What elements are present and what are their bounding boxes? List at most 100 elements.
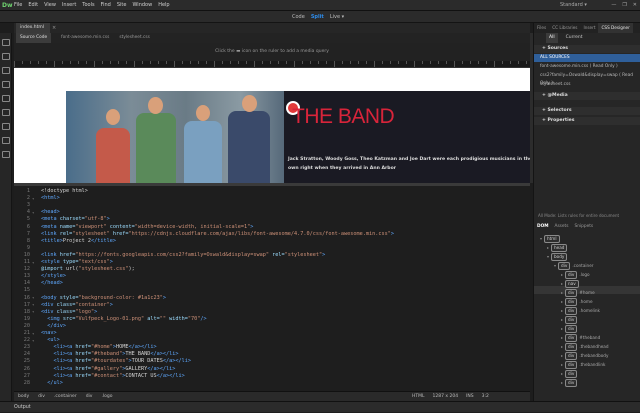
dom-node[interactable]: ▸ div #theband [561,334,600,342]
format-source-icon[interactable] [2,95,10,102]
workspace-switcher[interactable]: Standard ▾ [560,0,587,11]
code-line[interactable]: <li><a href="#gallery">GALLERY</a></li> [41,366,176,372]
mode-current[interactable]: Current [566,33,583,43]
properties-header[interactable]: + Properties [534,117,640,125]
code-line[interactable]: <body style="background-color: #1a1c23"> [41,295,166,301]
dom-tag-chip[interactable]: div [565,307,578,315]
media-query-bar[interactable]: Click the ▬ icon on the ruler to add a m… [14,43,530,61]
expand-arrow-icon[interactable]: ▸ [561,371,563,376]
sources-header[interactable]: + Sources [534,45,640,53]
dom-node[interactable]: ▸ div .logo [561,271,590,279]
dom-node[interactable]: ▸ div .homelink [561,307,600,315]
menu-item-site[interactable]: Site [117,0,127,11]
comment-icon[interactable] [2,109,10,116]
fold-toggle-icon[interactable]: ▾ [32,309,34,314]
live-view-button[interactable]: Live ▾ [330,11,344,23]
indent-icon[interactable] [2,137,10,144]
code-line[interactable]: </div> [41,323,66,329]
dom-tag-chip[interactable]: head [551,244,568,252]
document-tab[interactable]: index.html [16,23,50,33]
dom-node[interactable]: ▸ head [547,244,568,252]
fold-toggle-icon[interactable]: ▾ [32,295,34,300]
wrap-tag-icon[interactable] [2,123,10,130]
source-item[interactable]: font-awesome.min.css ( Read Only ) [534,63,640,71]
code-line[interactable]: <link href="https://fonts.googleapis.com… [41,252,325,258]
maximize-icon[interactable]: ❐ [622,0,626,11]
dom-tag-chip[interactable]: div [565,298,578,306]
code-view-button[interactable]: Code [292,11,305,23]
dom-node[interactable]: ▸ div [561,379,578,387]
fold-toggle-icon[interactable]: ▾ [32,331,34,336]
dom-node[interactable]: ▸ div .home [561,298,593,306]
mode-all[interactable]: All [546,33,558,43]
dom-node[interactable]: ▾ div .container [554,262,594,270]
dom-tag-chip[interactable]: div [565,343,578,351]
split-view-button[interactable]: Split [311,11,324,23]
dom-tag-chip[interactable]: div [565,325,578,333]
expand-arrow-icon[interactable]: ▸ [561,299,563,304]
menu-item-help[interactable]: Help [158,0,169,11]
source-code-tab[interactable]: Source Code [16,33,52,43]
related-file-tab[interactable]: stylesheet.css [119,33,149,43]
code-line[interactable]: @import url("stylesheet.css"); [41,266,135,272]
code-line[interactable]: <!doctype html> [41,188,88,194]
code-line[interactable]: <head> [41,209,60,215]
dom-node[interactable]: ▸ div [561,370,578,378]
dom-tag-chip[interactable]: div [565,334,578,342]
source-item[interactable]: ALL SOURCES [534,54,640,62]
code-line[interactable]: <li><a href="#theband">THE BAND</a></li> [41,351,179,357]
menu-item-file[interactable]: File [14,0,22,11]
expand-arrow-icon[interactable]: ▸ [561,317,563,322]
tab-assets[interactable]: Assets [555,223,569,231]
dom-node[interactable]: ▸ div .thebandbody [561,352,608,360]
menu-item-window[interactable]: Window [132,0,152,11]
open-document-icon[interactable] [2,39,10,46]
menu-item-tools[interactable]: Tools [82,0,94,11]
dom-node[interactable]: ▸ div #home [561,289,595,297]
dom-tag-chip[interactable]: div [565,379,578,387]
fold-toggle-icon[interactable]: ▾ [32,302,34,307]
file-management-icon[interactable] [2,53,10,60]
fold-toggle-icon[interactable]: ▾ [32,196,34,201]
related-file-tab[interactable]: font-awesome.min.css [61,33,109,43]
dom-tag-chip[interactable]: div [558,262,571,270]
expand-arrow-icon[interactable]: ▾ [540,236,542,241]
code-line[interactable]: <ul> [41,337,60,343]
expand-arrow-icon[interactable]: ▾ [554,263,556,268]
code-line[interactable]: </style> [41,273,66,279]
code-line[interactable]: </ul> [41,380,63,386]
code-line[interactable]: <html> [41,195,60,201]
dom-node[interactable]: ▾ html [540,235,560,243]
fold-toggle-icon[interactable]: ▾ [32,260,34,265]
tab-dom[interactable]: DOM [537,223,549,231]
expand-arrow-icon[interactable]: ▸ [561,290,563,295]
expand-arrow-icon[interactable]: ▸ [561,380,563,385]
expand-arrow-icon[interactable]: ▸ [561,335,563,340]
dom-tag-chip[interactable]: body [551,253,568,261]
dom-node[interactable]: ▸ nav [561,280,579,288]
code-line[interactable]: <div class="logo"> [41,309,97,315]
menu-item-edit[interactable]: Edit [28,0,38,11]
dom-tag-chip[interactable]: div [565,370,578,378]
selectors-header[interactable]: + Selectors [534,107,640,115]
expand-arrow-icon[interactable]: ▸ [561,281,563,286]
customize-toolbar-icon[interactable] [2,151,10,158]
code-view[interactable]: 1 <!doctype html> 2 ▾ <html> 3 4 ▾ <head> 5 <meta … [14,186,530,391]
dom-node[interactable]: ▸ div [561,325,578,333]
expand-arrow-icon[interactable]: ▸ [561,362,563,367]
expand-arrow-icon[interactable]: ▸ [561,344,563,349]
expand-arrow-icon[interactable]: ▾ [547,254,549,259]
code-line[interactable]: <link rel="stylesheet" href="https://cdn… [41,231,394,237]
expand-all-icon[interactable] [2,67,10,74]
expand-arrow-icon[interactable]: ▸ [547,245,549,250]
dom-node[interactable]: ▸ div [561,316,578,324]
expand-arrow-icon[interactable]: ▸ [561,308,563,313]
ruler[interactable] [14,61,530,68]
source-item[interactable]: css2?family=Oswald&display=swap ( Read O… [534,72,640,86]
dom-node[interactable]: ▸ div .thebandlink [561,361,605,369]
code-line[interactable]: <li><a href="#tourdates">TOUR DATES</a><… [41,358,191,364]
dom-tag-chip[interactable]: nav [565,280,579,288]
expand-arrow-icon[interactable]: ▸ [561,326,563,331]
code-line[interactable]: <style type="text/css"> [41,259,113,265]
code-line[interactable]: <div class="container"> [41,302,113,308]
